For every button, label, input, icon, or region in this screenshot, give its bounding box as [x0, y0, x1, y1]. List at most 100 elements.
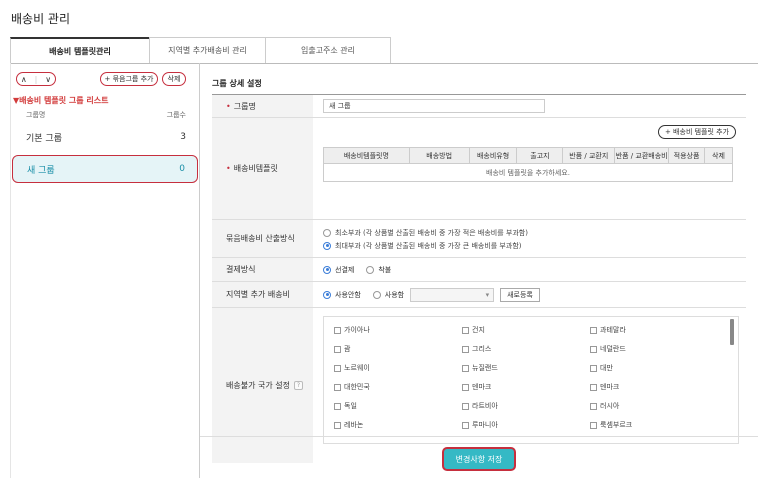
tab-regional-shipping[interactable]: 지역별 추가배송비 관리	[149, 37, 266, 63]
add-template-button[interactable]: + 배송비 템플릿 추가	[658, 125, 736, 139]
country-option[interactable]: 룩셈부르크	[590, 418, 718, 432]
checkbox-icon	[462, 364, 469, 372]
checkbox-icon	[590, 364, 597, 372]
th-template-name: 배송비템플릿명	[323, 147, 410, 164]
country-option[interactable]: 러시아	[590, 399, 718, 413]
radio-selected-icon	[323, 241, 331, 250]
group-count: 0	[179, 164, 185, 174]
country-option[interactable]: 덴마크	[462, 380, 590, 394]
country-option[interactable]: 루마니아	[462, 418, 590, 432]
checkbox-icon	[462, 383, 469, 391]
calc-label: 묶음배송비 산출방식	[212, 220, 313, 257]
group-count: 3	[180, 132, 186, 142]
country-list[interactable]: 가이아나 건지 과테말라괌 그리스 네덜란드노르웨이 뉴질랜드 대만대한민국 덴마크 덴마크독일…	[323, 316, 739, 444]
move-arrows: ∧ | ∨	[16, 72, 56, 86]
group-list-title: ▼배송비 템플릿 그룹 리스트	[13, 96, 109, 105]
country-name: 덴마크	[472, 383, 492, 391]
country-option[interactable]: 독일	[334, 399, 462, 413]
country-option[interactable]: 대만	[590, 361, 718, 375]
regional-new-button[interactable]: 새로등록	[500, 287, 540, 302]
country-option[interactable]: 대한민국	[334, 380, 462, 394]
template-table: 배송비템플릿명 배송방법 배송비유형 출고지 반품 / 교환지 반품 / 교환배…	[323, 147, 734, 182]
group-name: 기본 그룹	[26, 133, 62, 144]
country-name: 독일	[344, 402, 357, 410]
checkbox-icon	[334, 345, 341, 353]
country-name: 가이아나	[344, 326, 370, 334]
country-option[interactable]: 건지	[462, 323, 590, 337]
country-option[interactable]: 레바논	[334, 418, 462, 432]
country-name: 건지	[472, 326, 485, 334]
country-option[interactable]: 뉴질랜드	[462, 361, 590, 375]
group-name-input[interactable]: 새 그룹	[323, 99, 545, 113]
th-method: 배송방법	[408, 147, 470, 164]
country-grid: 가이아나 건지 과테말라괌 그리스 네덜란드노르웨이 뉴질랜드 대만대한민국 덴마크 덴마크독일…	[334, 323, 718, 432]
template-table-header: 배송비템플릿명 배송방법 배송비유형 출고지 반품 / 교환지 반품 / 교환배…	[323, 147, 734, 164]
row-country: 배송불가 국가 설정? 가이아나 건지 과테말라 괌 그리스 네덜란드 노르웨이 뉴질랜드 대만…	[212, 308, 746, 463]
radio-icon	[366, 265, 375, 274]
country-name: 레바논	[344, 421, 364, 429]
delete-group-button[interactable]: 삭제	[162, 72, 186, 86]
group-list-header: 그룹명 그룹수	[26, 110, 186, 120]
country-name: 노르웨이	[344, 364, 370, 372]
checkbox-icon	[590, 326, 597, 334]
checkbox-icon	[334, 326, 341, 334]
save-changes-button[interactable]: 변경사항 저장	[442, 447, 516, 471]
checkbox-icon	[590, 402, 597, 410]
checkbox-icon	[462, 402, 469, 410]
row-calc-method: 묶음배송비 산출방식 최소부과 (각 상품별 산출된 배송비 중 가장 적은 배…	[212, 220, 746, 258]
tab-template-management[interactable]: 배송비 템플릿관리	[10, 37, 150, 63]
checkbox-icon	[462, 421, 469, 429]
form-bottom-divider	[200, 436, 758, 437]
group-row-new[interactable]: 새 그룹 0	[12, 155, 198, 183]
regional-off-option[interactable]: 사용안함	[323, 290, 361, 300]
calc-max-option[interactable]: 최대부과 (각 상품별 산출된 배송비 중 가장 큰 배송비를 부과함)	[323, 239, 736, 252]
payment-cod-option[interactable]: 착불	[366, 265, 391, 275]
add-group-button[interactable]: + 묶음그룹 추가	[100, 72, 158, 86]
regional-on-option[interactable]: 사용함	[372, 290, 404, 300]
checkbox-icon	[462, 326, 469, 334]
group-row-default[interactable]: 기본 그룹 3	[12, 123, 198, 151]
country-name: 대한민국	[344, 383, 370, 391]
country-name: 대만	[600, 364, 613, 372]
checkbox-icon	[334, 421, 341, 429]
country-name: 뉴질랜드	[472, 364, 498, 372]
tab-address-management[interactable]: 입출고주소 관리	[265, 37, 391, 63]
country-option[interactable]: 노르웨이	[334, 361, 462, 375]
th-applied: 적용상품	[668, 147, 705, 164]
th-delete: 삭제	[703, 147, 734, 164]
country-option[interactable]: 네덜란드	[590, 342, 718, 356]
tab-bar: 배송비 템플릿관리 지역별 추가배송비 관리 입출고주소 관리	[10, 37, 391, 63]
country-option[interactable]: 라트비아	[462, 399, 590, 413]
country-name: 덴마크	[600, 383, 620, 391]
radio-icon	[323, 228, 331, 237]
move-up-button[interactable]: ∧	[21, 75, 27, 84]
country-name: 라트비아	[472, 402, 498, 410]
country-option[interactable]: 덴마크	[590, 380, 718, 394]
country-option[interactable]: 괌	[334, 342, 462, 356]
group-name: 새 그룹	[27, 165, 55, 176]
scrollbar-thumb[interactable]	[730, 319, 734, 345]
radio-selected-icon	[323, 290, 331, 299]
chevron-down-icon: ▾	[485, 290, 490, 299]
help-icon[interactable]: ?	[293, 381, 303, 390]
payment-prepaid-option[interactable]: 선결제	[323, 265, 354, 275]
template-empty-message: 배송비 템플릿을 추가하세요.	[323, 163, 733, 182]
regional-select[interactable]: ▾	[410, 287, 495, 302]
country-name: 괌	[344, 345, 351, 353]
row-template: • 배송비템플릿 + 배송비 템플릿 추가 배송비템플릿명 배송방법 배송비유형 …	[212, 118, 746, 220]
move-down-button[interactable]: ∨	[45, 75, 51, 84]
row-group-name: • 그룹명 새 그룹	[212, 95, 746, 118]
th-type: 배송비유형	[468, 147, 518, 164]
country-name: 네덜란드	[600, 345, 626, 353]
country-option[interactable]: 그리스	[462, 342, 590, 356]
checkbox-icon	[334, 402, 341, 410]
th-return-address: 반품 / 교환지	[562, 147, 616, 164]
th-origin: 출고지	[516, 147, 564, 164]
calc-min-option[interactable]: 최소부과 (각 상품별 산출된 배송비 중 가장 적은 배송비를 부과함)	[323, 226, 736, 239]
country-option[interactable]: 가이아나	[334, 323, 462, 337]
checkbox-icon	[590, 421, 597, 429]
section-title: 그룹 상세 설정	[212, 79, 262, 88]
country-option[interactable]: 과테말라	[590, 323, 718, 337]
row-regional: 지역별 추가 배송비 사용안함 사용함 ▾ 새로등록	[212, 282, 746, 308]
arrow-divider: |	[34, 74, 38, 84]
